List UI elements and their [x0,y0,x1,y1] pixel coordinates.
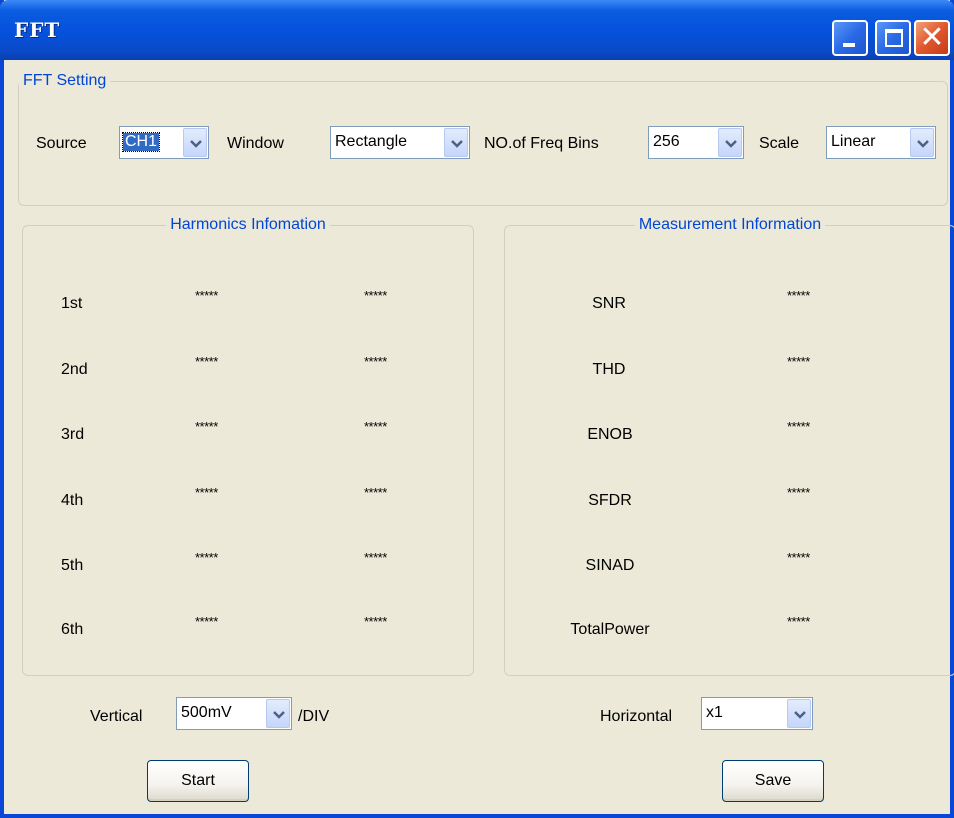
horizontal-select[interactable]: x1 [701,697,813,730]
window-title: FFT [14,18,61,42]
measurement-group: Measurement Information [504,216,954,676]
harmonic-label: 6th [61,621,84,638]
harmonic-value-1: ***** [195,288,218,303]
harmonic-value-2: ***** [364,485,387,500]
measurement-label-snr: SNR [592,295,626,312]
measurement-value: ***** [787,614,810,629]
harmonic-value-2: ***** [364,354,387,369]
harmonic-value-2: ***** [364,550,387,565]
harmonic-value-2: ***** [364,288,387,303]
source-select-value: CH1 [121,132,161,152]
freq-bins-select-value: 256 [653,133,680,150]
vertical-unit-label: /DIV [298,708,330,725]
horizontal-select-value: x1 [706,704,723,721]
scale-select[interactable]: Linear [826,126,936,159]
measurement-value: ***** [787,419,810,434]
scale-label: Scale [759,135,800,152]
harmonics-group: Harmonics Infomation [22,216,474,676]
maximize-button[interactable] [875,20,911,56]
maximize-icon [885,29,903,47]
measurement-label-sfdr: SFDR [588,492,632,509]
horizontal-label: Horizontal [600,708,673,725]
chevron-down-icon[interactable] [718,128,742,157]
measurement-value: ***** [787,485,810,500]
source-select[interactable]: CH1 [119,126,209,159]
start-button[interactable]: Start [147,760,249,802]
measurement-value: ***** [787,288,810,303]
harmonic-value-2: ***** [364,419,387,434]
measurement-legend: Measurement Information [638,216,822,233]
window-select-value: Rectangle [335,133,408,150]
chevron-down-icon[interactable] [183,128,207,157]
measurement-label-totalpower: TotalPower [570,621,650,638]
fft-setting-legend: FFT Setting [23,72,107,89]
chevron-down-icon[interactable] [910,128,934,157]
harmonic-label: 2nd [61,361,88,378]
measurement-value: ***** [787,550,810,565]
freq-bins-select[interactable]: 256 [648,126,744,159]
save-button[interactable]: Save [722,760,824,802]
close-icon: ✕ [919,21,945,54]
chevron-down-icon[interactable] [787,699,811,728]
scale-select-value: Linear [831,133,876,150]
harmonic-value-1: ***** [195,614,218,629]
fft-window: FFT ✕ FFT Setting Source CH1 Window Rect… [0,0,954,818]
harmonics-legend: Harmonics Infomation [170,216,326,233]
measurement-label-sinad: SINAD [585,557,635,574]
chevron-down-icon[interactable] [444,128,468,157]
chevron-down-icon[interactable] [266,699,290,728]
measurement-value: ***** [787,354,810,369]
minimize-button[interactable] [832,20,868,56]
harmonic-label: 3rd [61,426,85,443]
harmonic-value-2: ***** [364,614,387,629]
vertical-select[interactable]: 500mV [176,697,292,730]
harmonic-label: 5th [61,557,84,574]
harmonic-label: 1st [61,295,83,312]
close-button[interactable]: ✕ [914,20,950,56]
source-label: Source [36,135,87,152]
harmonic-value-1: ***** [195,419,218,434]
harmonic-value-1: ***** [195,485,218,500]
vertical-select-value: 500mV [181,704,232,721]
title-bar[interactable]: FFT ✕ [0,0,954,60]
measurement-label-enob: ENOB [587,426,633,443]
window-select[interactable]: Rectangle [330,126,470,159]
freq-bins-label: NO.of Freq Bins [484,135,599,152]
harmonic-label: 4th [61,492,84,509]
harmonic-value-1: ***** [195,354,218,369]
measurement-label-thd: THD [592,361,626,378]
harmonic-value-1: ***** [195,550,218,565]
minimize-icon [843,43,855,47]
vertical-label: Vertical [90,708,143,725]
window-label: Window [227,135,284,152]
